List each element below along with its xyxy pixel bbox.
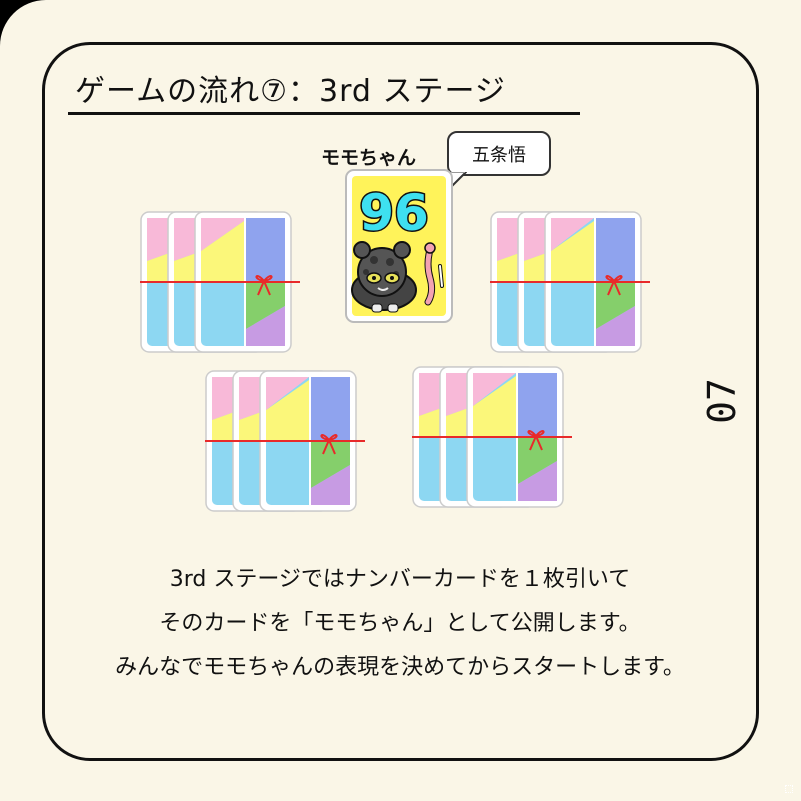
corner-marker — [785, 785, 793, 793]
speech-bubble: 五条悟 — [447, 131, 551, 176]
deck-bottom-right — [412, 366, 572, 508]
ribbon-bow-icon — [605, 275, 623, 296]
page-title: ゲームの流れ⑦：3rd ステージ — [75, 74, 506, 109]
body-line-2: そのカードを「モモちゃん」として公開します。 — [159, 611, 641, 636]
ribbon-line — [412, 436, 572, 438]
ribbon-bow-icon — [255, 275, 273, 296]
deck-top-left — [140, 211, 300, 353]
ribbon-line — [205, 440, 365, 442]
deck-top-right — [490, 211, 650, 353]
cat-illustration — [351, 241, 417, 313]
ribbon-line — [490, 281, 650, 283]
body-line-3: みんなでモモちゃんの表現を決めてからスタートします。 — [115, 655, 685, 680]
body-text: 3rd ステージではナンバーカードを１枚引いて そのカードを「モモちゃん」として… — [60, 558, 740, 690]
slide-page: ゲームの流れ⑦：3rd ステージ モモちゃん 五条悟 96 07 3rd ステー… — [0, 0, 801, 801]
body-line-1: 3rd ステージではナンバーカードを１枚引いて — [169, 567, 631, 592]
page-number: 07 — [700, 378, 744, 424]
ribbon-bow-icon — [527, 430, 545, 451]
deck-bottom-left — [205, 370, 365, 512]
ribbon-bow-icon — [320, 434, 338, 455]
speech-bubble-text: 五条悟 — [472, 144, 526, 166]
momo-chan-card: 96 — [345, 169, 453, 323]
momo-chan-label: モモちゃん — [321, 147, 417, 169]
title-underline — [68, 112, 580, 115]
card-number: 96 — [359, 184, 429, 242]
ribbon-line — [140, 281, 300, 283]
